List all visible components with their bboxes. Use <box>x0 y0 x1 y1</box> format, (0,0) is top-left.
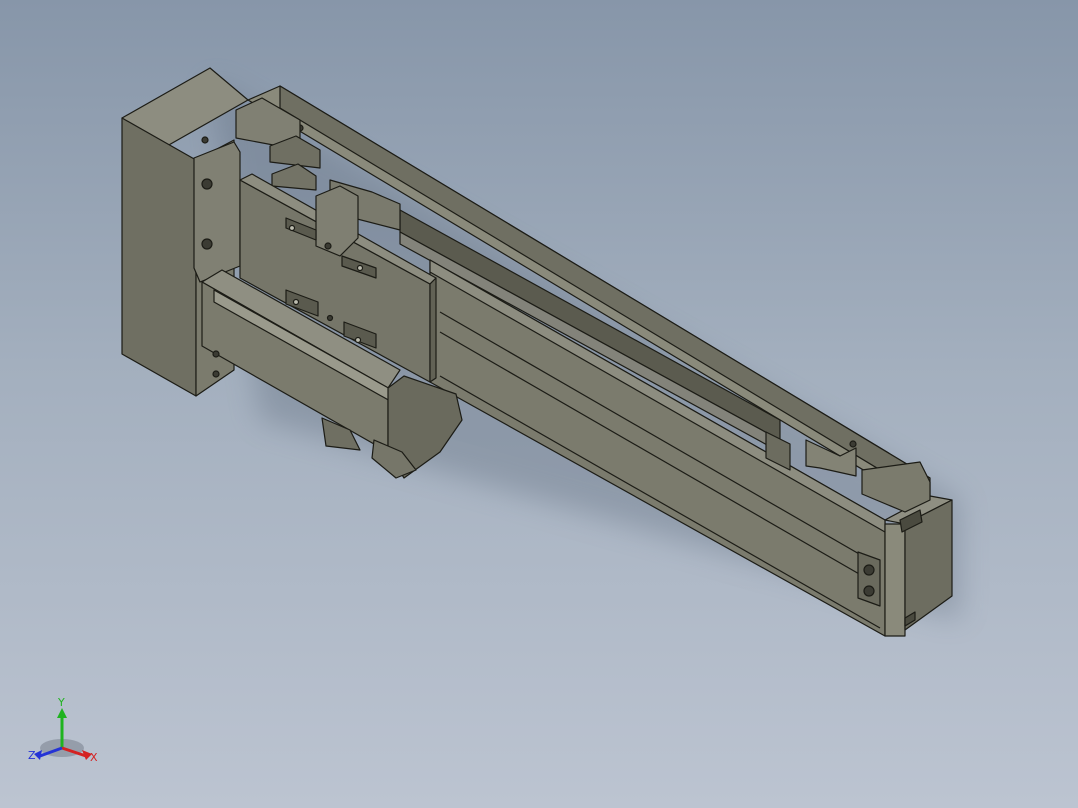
graphics-viewport[interactable]: Y X Z <box>0 0 1078 808</box>
housing-top-hole <box>201 136 209 144</box>
carriage-center-hole <box>326 314 334 322</box>
end-stop-hole <box>849 440 857 448</box>
carriage-pad-hole-4 <box>354 336 362 344</box>
end-mount-plate <box>857 551 881 607</box>
triad-z-label: Z <box>28 749 36 762</box>
carriage-bracket-hole <box>324 242 332 250</box>
end-mount-hole-top <box>863 564 875 576</box>
carriage-pad-hole-3 <box>292 298 300 306</box>
gripper-side-hole-2 <box>212 370 220 378</box>
triad-x-label: X <box>90 751 98 764</box>
end-cap-front <box>884 523 906 637</box>
carriage-pad-hole-1 <box>288 224 296 232</box>
left-flange-hole-top <box>201 178 213 190</box>
motor-housing-front <box>121 117 197 397</box>
triad-y-label: Y <box>58 696 65 709</box>
triad-y-arrow <box>57 708 67 718</box>
carriage-plate-side <box>429 277 437 383</box>
gripper-side-hole <box>212 350 220 358</box>
end-mount-hole-bottom <box>863 585 875 597</box>
left-flange <box>193 141 241 283</box>
carriage-pad-hole-2 <box>356 264 364 272</box>
linear-actuator-model[interactable] <box>0 0 1078 808</box>
left-flange-hole-bottom <box>201 238 213 250</box>
